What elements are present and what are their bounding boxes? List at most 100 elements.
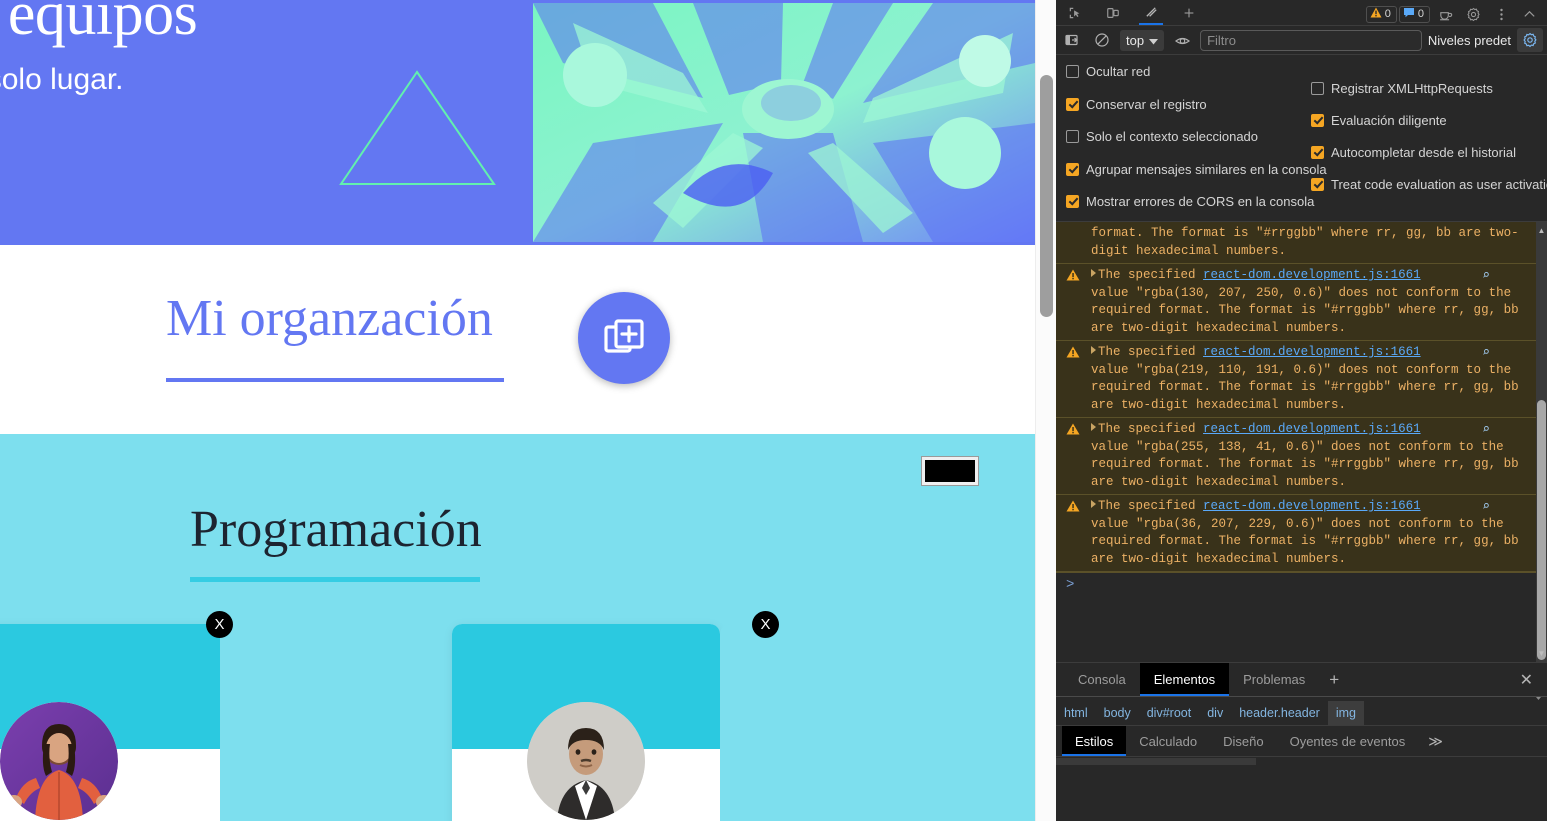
search-in-log-icon[interactable]: ⌕	[1482, 421, 1490, 439]
checkbox-label: Agrupar mensajes similares en la consola	[1086, 162, 1327, 177]
checkbox-errores-cors[interactable]: Mostrar errores de CORS en la consola	[1066, 194, 1314, 209]
expand-triangle-icon[interactable]	[1091, 423, 1096, 431]
checkbox-label: Registrar XMLHttpRequests	[1331, 81, 1493, 96]
console-settings-gear-icon[interactable]	[1517, 28, 1543, 52]
breadcrumb-body[interactable]: body	[1096, 701, 1139, 725]
checkbox-box[interactable]	[1066, 65, 1079, 78]
card-man[interactable]	[452, 624, 720, 821]
close-drawer-icon[interactable]: ✕	[1506, 663, 1547, 696]
console-prompt-symbol: >	[1066, 577, 1075, 593]
console-settings-pane: Ocultar red Conservar el registro Solo e…	[1056, 55, 1547, 222]
checkbox-box[interactable]	[1311, 82, 1324, 95]
tab-estilos[interactable]: Estilos	[1062, 726, 1127, 756]
card-empty-left[interactable]	[220, 624, 452, 821]
console-scrollbar[interactable]: ▲ ▼	[1536, 222, 1547, 662]
checkbox-conservar-registro[interactable]: Conservar el registro	[1066, 97, 1207, 112]
console-message-prefix: The specified	[1098, 499, 1196, 513]
clear-console-icon[interactable]	[1060, 29, 1084, 51]
collapse-chevron-icon[interactable]	[1516, 3, 1542, 25]
add-panel-icon[interactable]	[1170, 0, 1208, 25]
more-tabs-icon[interactable]: ≫	[1418, 726, 1453, 756]
message-count-badge[interactable]: 0	[1398, 5, 1430, 23]
console-message[interactable]: ⌕ The specified react-dom.development.js…	[1056, 418, 1536, 495]
console-message-source[interactable]: react-dom.development.js:1661	[1203, 268, 1421, 282]
add-tab-icon[interactable]: +	[1319, 663, 1349, 696]
console-message[interactable]: ⌕ The specified react-dom.development.js…	[1056, 264, 1536, 341]
page-scrollbar-thumb[interactable]	[1040, 75, 1053, 317]
gear-icon[interactable]	[1460, 3, 1486, 25]
breadcrumb-html[interactable]: html	[1056, 701, 1096, 725]
programacion-title-underline	[190, 577, 480, 582]
checkbox-agrupar-mensajes[interactable]: Agrupar mensajes similares en la consola	[1066, 162, 1327, 177]
performance-insights-icon[interactable]	[1132, 0, 1170, 25]
console-message-text: The specified react-dom.development.js:1…	[1060, 498, 1532, 568]
search-input[interactable]	[1200, 29, 1422, 51]
breadcrumb-header[interactable]: header.header	[1231, 701, 1328, 725]
checkbox-box[interactable]	[1066, 98, 1079, 111]
add-organization-button[interactable]	[578, 292, 670, 384]
avatar	[527, 702, 645, 820]
card-empty-right[interactable]	[720, 624, 1035, 821]
tab-oyentes-de-eventos[interactable]: Oyentes de eventos	[1277, 726, 1419, 756]
tab-elementos[interactable]: Elementos	[1139, 663, 1230, 696]
speech-bubble-icon	[1403, 7, 1415, 21]
breadcrumb-div-root[interactable]: div#root	[1139, 701, 1199, 725]
expand-triangle-icon[interactable]	[1091, 269, 1096, 277]
tab-diseno[interactable]: Diseño	[1210, 726, 1276, 756]
console-message-partial[interactable]: format. The format is "#rrggbb" where rr…	[1056, 222, 1536, 264]
breadcrumb-img[interactable]: img	[1327, 701, 1364, 725]
checkbox-box[interactable]	[1311, 114, 1324, 127]
console-message[interactable]: ⌕ The specified react-dom.development.js…	[1056, 341, 1536, 418]
tab-calculado[interactable]: Calculado	[1126, 726, 1210, 756]
log-levels-dropdown[interactable]: Niveles predet	[1428, 33, 1511, 48]
coffee-cup-icon[interactable]	[1432, 3, 1458, 25]
scroll-up-arrow-icon[interactable]: ▲	[1536, 224, 1547, 237]
live-expression-icon[interactable]	[1170, 29, 1194, 51]
page-scrollbar[interactable]	[1035, 0, 1056, 821]
checkbox-box[interactable]	[1066, 163, 1079, 176]
expand-triangle-icon[interactable]	[1091, 346, 1096, 354]
breadcrumb-div[interactable]: div	[1199, 701, 1231, 725]
styles-pane-body	[1056, 756, 1547, 766]
search-in-log-icon[interactable]: ⌕	[1482, 267, 1490, 285]
tab-consola[interactable]: Consola	[1064, 663, 1140, 696]
scroll-down-arrow-icon[interactable]: ▼	[1536, 647, 1547, 660]
checkbox-box[interactable]	[1066, 195, 1079, 208]
drawer-resize-handle[interactable]	[1056, 696, 1547, 701]
inspect-element-icon[interactable]	[1056, 0, 1094, 25]
checkbox-treat-code-evaluation[interactable]: Treat code evaluation as user activation	[1311, 177, 1547, 192]
console-scrollbar-thumb[interactable]	[1537, 400, 1546, 660]
man-suit-avatar	[527, 702, 645, 820]
close-icon[interactable]: X	[206, 611, 233, 638]
card-woman[interactable]	[0, 624, 220, 821]
device-toolbar-icon[interactable]	[1094, 0, 1132, 25]
warning-count: 0	[1384, 8, 1391, 20]
warning-count-badge[interactable]: 0	[1365, 5, 1397, 23]
search-in-log-icon[interactable]: ⌕	[1482, 344, 1490, 362]
checkbox-ocultar-red[interactable]: Ocultar red	[1066, 64, 1150, 79]
screenshot-root: ias y equipos s en un solo lugar.	[0, 0, 1547, 821]
checkbox-autocompletar-historial[interactable]: Autocompletar desde el historial	[1311, 145, 1516, 160]
close-icon[interactable]: X	[752, 611, 779, 638]
expand-triangle-icon[interactable]	[1091, 500, 1096, 508]
tab-problemas[interactable]: Problemas	[1229, 663, 1319, 696]
warning-triangle-icon	[1066, 346, 1080, 358]
search-in-log-icon[interactable]: ⌕	[1482, 498, 1490, 516]
console-message[interactable]: ⌕ The specified react-dom.development.js…	[1056, 495, 1536, 572]
more-vertical-icon[interactable]	[1488, 3, 1514, 25]
checkbox-box[interactable]	[1311, 146, 1324, 159]
checkbox-solo-contexto[interactable]: Solo el contexto seleccionado	[1066, 129, 1258, 144]
console-message-source[interactable]: react-dom.development.js:1661	[1203, 422, 1421, 436]
checkbox-registrar-xhr[interactable]: Registrar XMLHttpRequests	[1311, 81, 1493, 96]
checkbox-box[interactable]	[1311, 178, 1324, 191]
console-message-detail: value "rgba(36, 207, 229, 0.6)" does not…	[1091, 516, 1519, 566]
checkbox-box[interactable]	[1066, 130, 1079, 143]
context-selector[interactable]: top	[1120, 29, 1165, 51]
checkbox-evaluacion-diligente[interactable]: Evaluación diligente	[1311, 113, 1447, 128]
checkbox-label: Mostrar errores de CORS en la consola	[1086, 194, 1315, 209]
console-message-source[interactable]: react-dom.development.js:1661	[1203, 499, 1421, 513]
selected-element-box[interactable]	[921, 456, 979, 486]
console-message-source[interactable]: react-dom.development.js:1661	[1203, 345, 1421, 359]
no-entry-icon[interactable]	[1090, 29, 1114, 51]
console-prompt[interactable]: >	[1056, 572, 1536, 616]
